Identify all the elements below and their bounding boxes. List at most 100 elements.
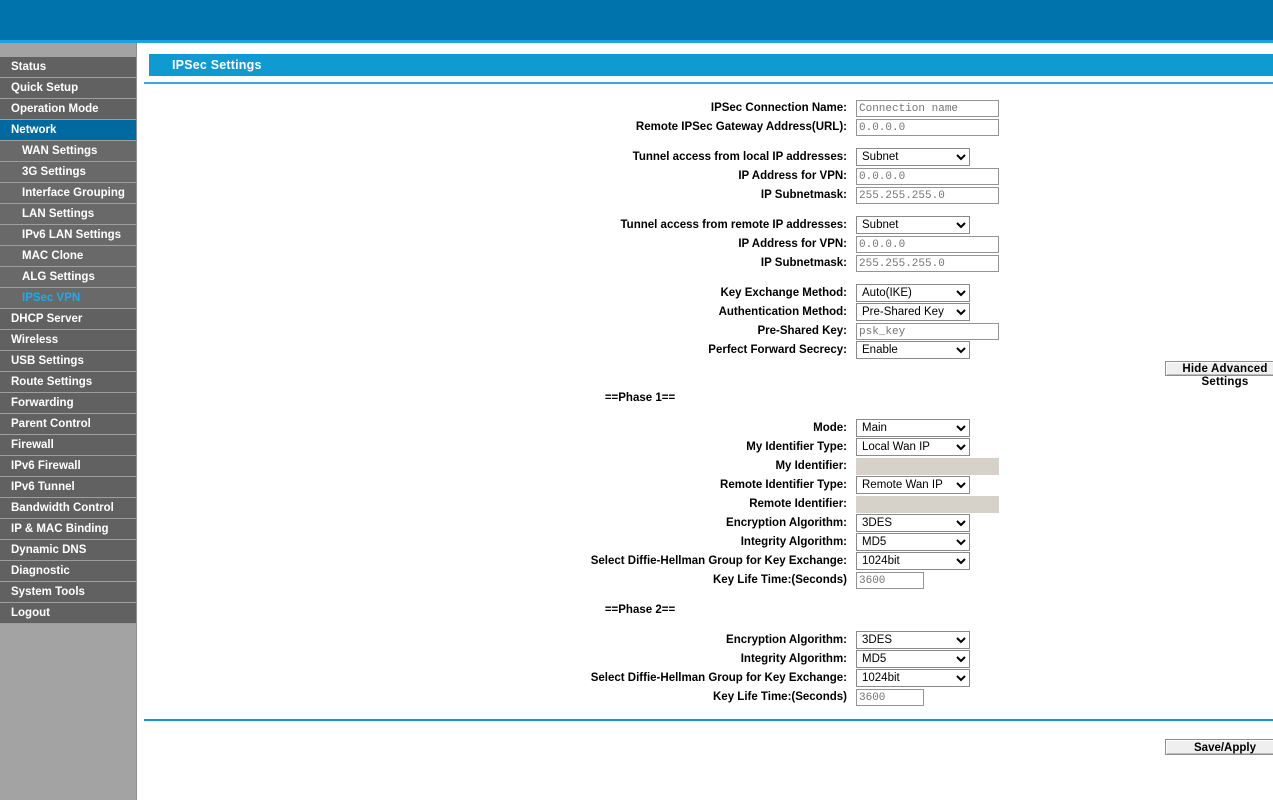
sidebar-item-ipv6-firewall[interactable]: IPv6 Firewall <box>0 456 136 477</box>
phase1-integrity-algorithm-select[interactable]: MD5SHA1 <box>856 533 970 551</box>
sidebar-item-list: Status Quick Setup Operation Mode Network WA… <box>0 57 136 624</box>
phase2-integrity-algorithm-select[interactable]: MD5SHA1 <box>856 650 970 668</box>
sidebar-item-dhcp-server[interactable]: DHCP Server <box>0 309 136 330</box>
sidebar-item-logout[interactable]: Logout <box>0 603 136 624</box>
field-remote-ip-vpn <box>856 234 999 254</box>
field-phase1-encryption-algorithm: DES3DESAES-128AES-192AES-256 <box>856 513 970 532</box>
sidebar-item-forwarding[interactable]: Forwarding <box>0 393 136 414</box>
label-perfect-forward-secrecy: Perfect Forward Secrecy: <box>708 343 847 356</box>
sidebar-item-parent-control[interactable]: Parent Control <box>0 414 136 435</box>
label-remote-tunnel-access: Tunnel access from remote IP addresses: <box>620 218 847 231</box>
field-phase2-key-life-time <box>856 687 924 707</box>
label-phase1-dh-group: Select Diffie-Hellman Group for Key Exch… <box>590 554 847 567</box>
field-phase2-encryption-algorithm: DES3DESAES-128AES-192AES-256 <box>856 630 970 649</box>
hide-advanced-settings-button[interactable]: Hide Advanced Settings <box>1165 361 1273 388</box>
field-remote-gateway <box>856 117 999 137</box>
label-phase2-encryption-algorithm: Encryption Algorithm: <box>726 633 847 646</box>
pre-shared-key-input[interactable] <box>856 323 999 341</box>
sidebar-item-network[interactable]: Network <box>0 120 136 141</box>
sidebar-item-status[interactable]: Status <box>0 57 136 78</box>
label-phase2-dh-group: Select Diffie-Hellman Group for Key Exch… <box>590 671 847 684</box>
sidebar-item-ipsec-vpn[interactable]: IPSec VPN <box>0 288 136 309</box>
row-phase1-my-identifier-type: My Identifier Type: Local Wan IPIP Addre… <box>138 437 1273 456</box>
sidebar-item-operation-mode[interactable]: Operation Mode <box>0 99 136 120</box>
sidebar-item-3g-settings[interactable]: 3G Settings <box>0 162 136 183</box>
authentication-method-select[interactable]: Pre-Shared KeyCertificate <box>856 303 970 321</box>
row-phase2-key-life-time: Key Life Time:(Seconds) <box>138 687 1273 707</box>
row-local-tunnel-access: Tunnel access from local IP addresses: S… <box>138 147 1273 166</box>
phase1-remote-identifier-input <box>856 496 999 514</box>
field-phase2-dh-group: 768bit1024bit1536bit2048bit <box>856 668 970 687</box>
page-title: IPSec Settings <box>172 58 262 72</box>
sidebar-nav: Status Quick Setup Operation Mode Network WA… <box>0 43 137 800</box>
phase2-key-life-time-input[interactable] <box>856 689 924 707</box>
local-ip-vpn-input[interactable] <box>856 168 999 186</box>
sidebar-item-interface-grouping[interactable]: Interface Grouping <box>0 183 136 204</box>
page-title-bar: IPSec Settings <box>144 54 1273 76</box>
save-apply-button[interactable]: Save/Apply <box>1165 739 1273 755</box>
title-accent-bar <box>144 54 149 76</box>
remote-subnetmask-input[interactable] <box>856 255 999 273</box>
field-phase1-remote-identifier <box>856 494 999 514</box>
field-phase1-my-identifier <box>856 456 999 476</box>
phase2-encryption-algorithm-select[interactable]: DES3DESAES-128AES-192AES-256 <box>856 631 970 649</box>
phase2-heading: ==Phase 2== <box>604 603 676 616</box>
field-remote-tunnel-access: SubnetSingle Address <box>856 215 970 234</box>
row-phase2-dh-group: Select Diffie-Hellman Group for Key Exch… <box>138 668 1273 687</box>
field-phase1-mode: MainAggressive <box>856 418 970 437</box>
row-local-ip-vpn: IP Address for VPN: <box>138 166 1273 186</box>
label-phase1-remote-identifier-type: Remote Identifier Type: <box>720 478 847 491</box>
connection-name-input[interactable] <box>856 100 999 118</box>
field-phase1-dh-group: 768bit1024bit1536bit2048bit <box>856 551 970 570</box>
phase1-dh-group-select[interactable]: 768bit1024bit1536bit2048bit <box>856 552 970 570</box>
label-phase1-encryption-algorithm: Encryption Algorithm: <box>726 516 847 529</box>
local-subnetmask-input[interactable] <box>856 187 999 205</box>
sidebar-item-alg-settings[interactable]: ALG Settings <box>0 267 136 288</box>
row-authentication-method: Authentication Method: Pre-Shared KeyCer… <box>138 302 1273 321</box>
phase1-mode-select[interactable]: MainAggressive <box>856 419 970 437</box>
field-authentication-method: Pre-Shared KeyCertificate <box>856 302 970 321</box>
label-phase1-my-identifier: My Identifier: <box>775 459 847 472</box>
key-exchange-method-select[interactable]: Auto(IKE)Manual <box>856 284 970 302</box>
field-remote-subnetmask <box>856 253 999 273</box>
sidebar-item-wan-settings[interactable]: WAN Settings <box>0 141 136 162</box>
row-phase1-heading: ==Phase 1== <box>138 388 1273 407</box>
sidebar-item-ip-mac-binding[interactable]: IP & MAC Binding <box>0 519 136 540</box>
sidebar-item-ipv6-tunnel[interactable]: IPv6 Tunnel <box>0 477 136 498</box>
sidebar-item-bandwidth-control[interactable]: Bandwidth Control <box>0 498 136 519</box>
local-tunnel-access-select[interactable]: SubnetSingle Address <box>856 148 970 166</box>
phase2-dh-group-select[interactable]: 768bit1024bit1536bit2048bit <box>856 669 970 687</box>
row-connection-name: IPSec Connection Name: <box>138 98 1273 118</box>
field-local-subnetmask <box>856 185 999 205</box>
phase1-key-life-time-input[interactable] <box>856 572 924 590</box>
row-phase1-remote-identifier-type: Remote Identifier Type: Remote Wan IPIP … <box>138 475 1273 494</box>
sidebar-item-lan-settings[interactable]: LAN Settings <box>0 204 136 225</box>
label-phase1-my-identifier-type: My Identifier Type: <box>746 440 847 453</box>
row-phase1-integrity-algorithm: Integrity Algorithm: MD5SHA1 <box>138 532 1273 551</box>
label-local-ip-vpn: IP Address for VPN: <box>738 169 847 182</box>
phase1-my-identifier-type-select[interactable]: Local Wan IPIP AddressFQDNUser FQDN <box>856 438 970 456</box>
sidebar-item-mac-clone[interactable]: MAC Clone <box>0 246 136 267</box>
sidebar-item-diagnostic[interactable]: Diagnostic <box>0 561 136 582</box>
phase1-remote-identifier-type-select[interactable]: Remote Wan IPIP AddressFQDNUser FQDN <box>856 476 970 494</box>
label-connection-name: IPSec Connection Name: <box>710 101 847 114</box>
sidebar-item-firewall[interactable]: Firewall <box>0 435 136 456</box>
phase1-encryption-algorithm-select[interactable]: DES3DESAES-128AES-192AES-256 <box>856 514 970 532</box>
remote-ip-vpn-input[interactable] <box>856 236 999 254</box>
label-phase2-integrity-algorithm: Integrity Algorithm: <box>740 652 847 665</box>
field-local-tunnel-access: SubnetSingle Address <box>856 147 970 166</box>
sidebar-item-route-settings[interactable]: Route Settings <box>0 372 136 393</box>
sidebar-item-quick-setup[interactable]: Quick Setup <box>0 78 136 99</box>
sidebar-item-wireless[interactable]: Wireless <box>0 330 136 351</box>
remote-tunnel-access-select[interactable]: SubnetSingle Address <box>856 216 970 234</box>
perfect-forward-secrecy-select[interactable]: EnableDisable <box>856 341 970 359</box>
row-remote-ip-vpn: IP Address for VPN: <box>138 234 1273 254</box>
label-local-subnetmask: IP Subnetmask: <box>760 188 847 201</box>
label-remote-gateway: Remote IPSec Gateway Address(URL): <box>635 120 847 133</box>
sidebar-item-usb-settings[interactable]: USB Settings <box>0 351 136 372</box>
sidebar-item-dynamic-dns[interactable]: Dynamic DNS <box>0 540 136 561</box>
hide-advanced-settings-wrap: Hide Advanced Settings <box>1165 361 1273 390</box>
remote-gateway-input[interactable] <box>856 119 999 137</box>
sidebar-item-ipv6-lan-settings[interactable]: IPv6 LAN Settings <box>0 225 136 246</box>
sidebar-item-system-tools[interactable]: System Tools <box>0 582 136 603</box>
